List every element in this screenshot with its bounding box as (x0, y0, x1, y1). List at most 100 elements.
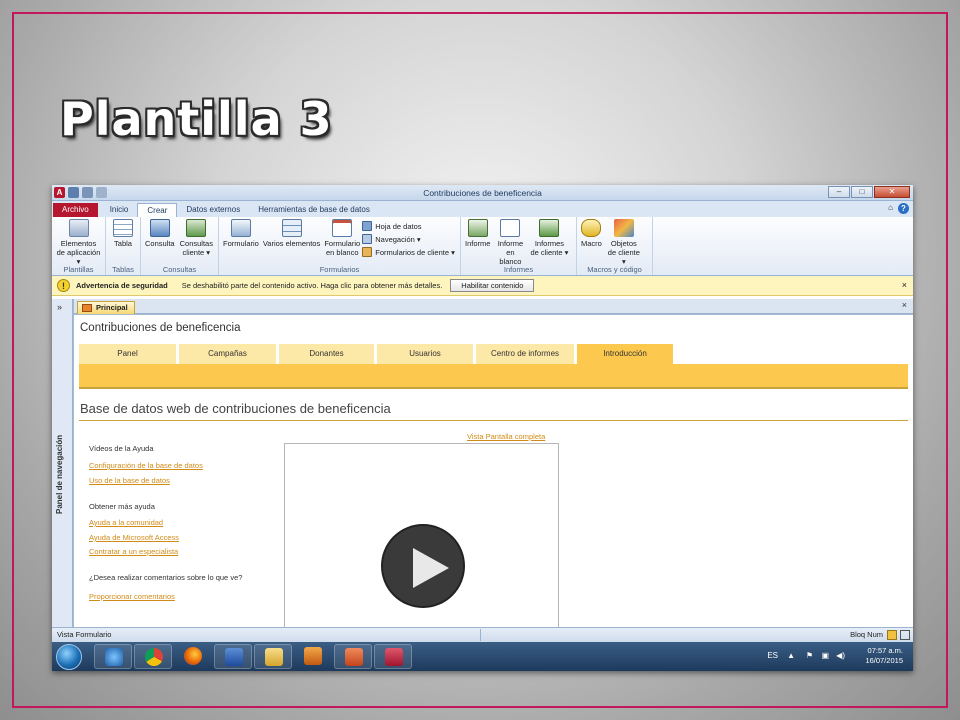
close-button[interactable]: ✕ (874, 186, 910, 198)
minimize-ribbon-icon[interactable]: ⌂ (888, 203, 893, 212)
clock-date: 16/07/2015 (865, 656, 903, 665)
tab-donantes[interactable]: Donantes (279, 344, 374, 364)
taskbar-explorer[interactable] (254, 644, 292, 669)
tab-archivo[interactable]: Archivo (53, 203, 98, 217)
expand-nav-icon[interactable]: » (57, 302, 62, 312)
tab-introduccion[interactable]: Introducción (577, 344, 673, 364)
client-forms-button[interactable]: Formularios de cliente ▾ (362, 247, 455, 257)
group-label: Macros y código (587, 265, 642, 274)
taskbar-media[interactable] (294, 644, 332, 669)
form-view-icon[interactable] (887, 630, 897, 640)
taskbar-ie[interactable] (94, 644, 132, 669)
slide-title: Plantilla 3 (60, 92, 333, 146)
word-icon (225, 648, 243, 666)
enable-content-button[interactable]: Habilitar contenido (450, 279, 535, 292)
workspace: » Panel de navegación Principal × Contri… (52, 299, 913, 643)
security-warning-bar: ! Advertencia de seguridad Se deshabilit… (52, 276, 913, 296)
group-label: Informes (503, 265, 534, 274)
client-query-icon (186, 219, 207, 237)
title-bar: A Contribuciones de beneficencia – □ ✕ (52, 185, 913, 201)
link-comunidad[interactable]: Ayuda a la comunidad (89, 518, 163, 527)
navigation-pane[interactable]: » Panel de navegación (52, 299, 73, 627)
group-formularios: Formulario Varios elementos Formulario e… (219, 217, 461, 275)
warning-icon: ! (57, 279, 70, 292)
clock[interactable]: 07:57 a.m. 16/07/2015 (865, 646, 903, 666)
firefox-icon (184, 647, 202, 665)
language-indicator[interactable]: ES (767, 651, 778, 660)
window-title: Contribuciones de beneficencia (423, 188, 542, 198)
query-icon (149, 219, 170, 237)
ribbon-tabs: Archivo Inicio Crear Datos externos Herr… (52, 201, 913, 217)
status-bar: Vista Formulario Bloq Num (52, 627, 913, 642)
folder-icon (265, 648, 283, 666)
tab-centro-informes[interactable]: Centro de informes (476, 344, 574, 364)
network-icon[interactable]: ▣ (821, 651, 829, 660)
navigation-icon (362, 234, 373, 244)
link-uso[interactable]: Uso de la base de datos (89, 476, 170, 485)
report-icon (467, 219, 488, 237)
navigation-button[interactable]: Navegación ▾ (362, 234, 455, 244)
multiple-items-icon (281, 219, 302, 237)
link-configuracion[interactable]: Configuración de la base de datos (89, 461, 203, 470)
start-button[interactable] (56, 644, 82, 670)
access-window: A Contribuciones de beneficencia – □ ✕ A… (52, 185, 913, 671)
media-player-icon (304, 647, 322, 665)
tab-herramientas[interactable]: Herramientas de base de datos (249, 203, 379, 217)
form-icon (230, 219, 251, 237)
status-view: Vista Formulario (57, 630, 112, 639)
tab-datos-externos[interactable]: Datos externos (177, 203, 249, 217)
play-icon (413, 548, 449, 588)
chrome-icon (145, 648, 163, 666)
window-controls: – □ ✕ (828, 186, 910, 198)
taskbar: ES ▲ ⚑ ▣ ◀) 07:57 a.m. 16/07/2015 (52, 642, 913, 671)
play-button[interactable] (381, 524, 465, 608)
minimize-button[interactable]: – (828, 186, 850, 198)
group-consultas: Consulta Consultas cliente ▾ Consultas (141, 217, 219, 275)
macro-icon (581, 219, 602, 237)
help-icon[interactable]: ? (898, 203, 909, 214)
clock-time: 07:57 a.m. (867, 646, 903, 655)
taskbar-powerpoint[interactable] (334, 644, 372, 669)
maximize-button[interactable]: □ (851, 186, 873, 198)
taskbar-word[interactable] (214, 644, 252, 669)
link-ayuda-access[interactable]: Ayuda de Microsoft Access (89, 533, 179, 542)
powerpoint-icon (345, 648, 363, 666)
form-tabs: Panel Campañas Donantes Usuarios Centro … (79, 344, 908, 364)
tab-campanas[interactable]: Campañas (179, 344, 276, 364)
tab-crear[interactable]: Crear (137, 203, 178, 217)
taskbar-access[interactable] (374, 644, 412, 669)
volume-icon[interactable]: ◀) (836, 651, 845, 660)
group-label: Formularios (319, 265, 360, 274)
group-label: Consultas (162, 265, 197, 274)
link-comentarios[interactable]: Proporcionar comentarios (89, 592, 175, 601)
client-objects-icon (613, 219, 634, 237)
warning-message[interactable]: Se deshabilitó parte del contenido activ… (182, 281, 443, 290)
app-parts-icon (68, 219, 89, 237)
taskbar-chrome[interactable] (134, 644, 172, 669)
taskbar-firefox[interactable] (174, 644, 212, 669)
group-macros: Macro Objetos de cliente ▾ Macros y códi… (577, 217, 653, 275)
group-label: Tablas (112, 265, 134, 274)
document-tabs: Principal × (74, 299, 913, 314)
video-player[interactable] (284, 443, 559, 643)
tab-usuarios[interactable]: Usuarios (377, 344, 473, 364)
datasheet-button[interactable]: Hoja de datos (362, 221, 455, 231)
close-warning-icon[interactable]: × (902, 280, 907, 290)
group-informes: Informe Informe en blanco Informes de cl… (461, 217, 577, 275)
doc-tab-principal[interactable]: Principal (77, 301, 135, 314)
tab-inicio[interactable]: Inicio (101, 203, 138, 217)
access-icon (385, 648, 403, 666)
feedback-question: ¿Desea realizar comentarios sobre lo que… (89, 573, 243, 582)
status-numlock: Bloq Num (850, 630, 883, 639)
close-doc-icon[interactable]: × (902, 300, 907, 310)
ie-icon (105, 648, 123, 666)
show-hidden-icons-icon[interactable]: ▲ (787, 651, 795, 660)
design-view-icon[interactable] (900, 630, 910, 640)
nav-pane-label[interactable]: Panel de navegación (55, 435, 64, 514)
tab-panel[interactable]: Panel (79, 344, 176, 364)
group-tablas: Tabla Tablas (106, 217, 141, 275)
flag-icon[interactable]: ⚑ (806, 651, 813, 660)
link-especialista[interactable]: Contratar a un especialista (89, 547, 178, 556)
client-forms-icon (362, 247, 373, 257)
fullscreen-link[interactable]: Vista Pantalla completa (467, 432, 545, 441)
